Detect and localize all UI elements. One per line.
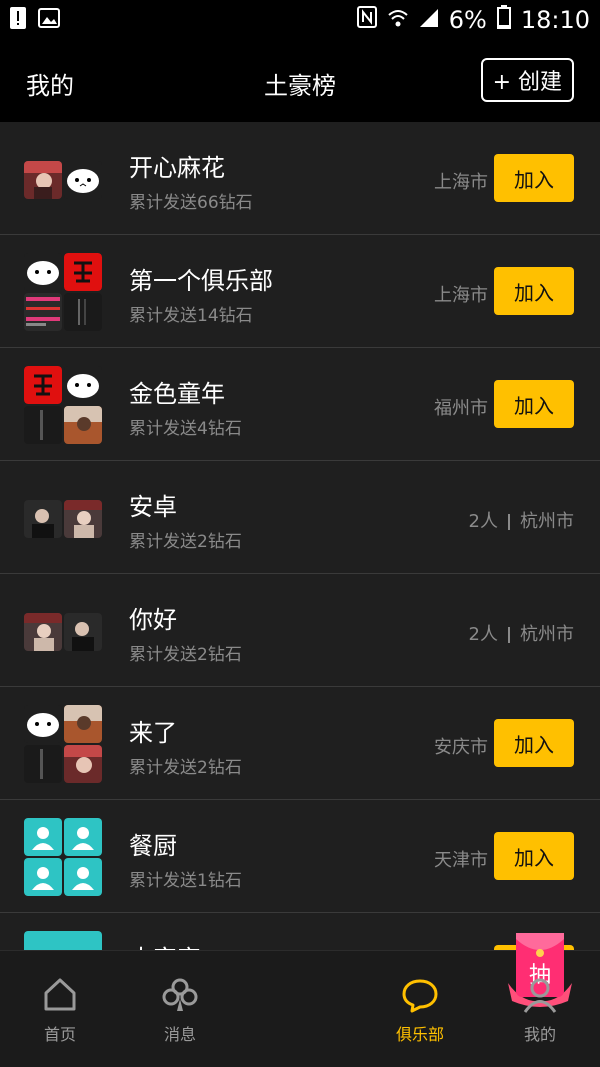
- tab-club[interactable]: 俱乐部: [360, 951, 480, 1067]
- chat-bubble-icon: [400, 975, 440, 1015]
- member-photo: [24, 500, 62, 538]
- club-city: 安庆市: [434, 737, 488, 758]
- member-count: 2人: [468, 511, 498, 532]
- clock: 18:10: [520, 6, 590, 34]
- club-diamonds: 累计发送14钻石: [129, 306, 253, 326]
- club-diamonds: 累计发送2钻石: [129, 758, 242, 778]
- tab-label: 首页: [43, 1025, 76, 1044]
- join-button[interactable]: 加入: [494, 380, 574, 428]
- cat-avatar: [24, 253, 62, 291]
- club-meta: 2人 杭州市: [469, 507, 574, 533]
- club-name: 来了: [129, 719, 177, 747]
- status-bar: 6% 18:10: [0, 0, 600, 40]
- member-photo: [64, 500, 102, 538]
- signal-icon: [419, 6, 439, 34]
- clover-icon: [160, 975, 200, 1015]
- image-icon: [38, 8, 60, 32]
- fortune-avatar: [64, 253, 102, 291]
- club-name: 金色童年: [129, 380, 225, 408]
- person-icon: [520, 975, 560, 1015]
- club-row[interactable]: 第一个俱乐部 累计发送14钻石 上海市 加入: [0, 235, 600, 348]
- club-city: 杭州市: [520, 624, 574, 645]
- club-avatar: [24, 479, 104, 559]
- club-name: 你好: [129, 606, 177, 634]
- club-list[interactable]: 开心麻花 累计发送66钻石 上海市 加入 第一个俱乐部 累计发送14钻石 上海市…: [0, 122, 600, 950]
- club-avatar: [24, 931, 104, 950]
- cat-avatar: [64, 161, 102, 199]
- club-city: 杭州市: [520, 511, 574, 532]
- screenshot-thumb: [24, 745, 62, 783]
- club-row[interactable]: 安卓 累计发送2钻石 2人 杭州市: [0, 461, 600, 574]
- screenshot-thumb: [24, 293, 62, 331]
- battery-icon: [496, 5, 511, 35]
- club-city: 上海市: [434, 285, 488, 306]
- club-row[interactable]: 金色童年 累计发送4钻石 福州市 加入: [0, 348, 600, 461]
- tab-label: 消息: [163, 1025, 196, 1044]
- club-row[interactable]: 你好 累计发送2钻石 2人 杭州市: [0, 574, 600, 687]
- member-photo: [24, 161, 62, 199]
- club-name: 第一个俱乐部: [129, 267, 273, 295]
- default-user-icon: [64, 818, 102, 856]
- default-user-icon: [24, 858, 62, 896]
- tab-me[interactable]: 我的: [480, 951, 600, 1067]
- default-user-icon: [24, 931, 102, 950]
- club-avatar: [24, 366, 104, 446]
- member-photo: [64, 745, 102, 783]
- club-row[interactable]: 来了 累计发送2钻石 安庆市 加入: [0, 687, 600, 800]
- screenshot-thumb: [64, 293, 102, 331]
- member-photo: [64, 613, 102, 651]
- tab-home[interactable]: 首页: [0, 951, 120, 1067]
- club-avatar: [24, 705, 104, 785]
- tab-label: 俱乐部: [395, 1025, 444, 1044]
- join-button[interactable]: 加入: [494, 267, 574, 315]
- club-diamonds: 累计发送66钻石: [129, 193, 253, 213]
- club-city: 天津市: [434, 850, 488, 871]
- join-button[interactable]: 加入: [494, 832, 574, 880]
- cat-avatar: [24, 705, 62, 743]
- club-diamonds: 累计发送1钻石: [129, 871, 242, 891]
- tab-messages[interactable]: 消息: [120, 951, 240, 1067]
- default-user-icon: [64, 858, 102, 896]
- member-count: 2人: [468, 624, 498, 645]
- tab-label: 我的: [523, 1025, 556, 1044]
- club-name: 安卓: [129, 493, 177, 521]
- cat-avatar: [64, 366, 102, 404]
- default-user-icon: [24, 818, 62, 856]
- wifi-icon: [387, 6, 409, 34]
- member-photo: [24, 613, 62, 651]
- club-avatar: [24, 818, 104, 898]
- fortune-avatar: [24, 366, 62, 404]
- club-row[interactable]: 餐厨 累计发送1钻石 天津市 加入: [0, 800, 600, 913]
- join-button[interactable]: 加入: [494, 719, 574, 767]
- club-city: 上海市: [434, 172, 488, 193]
- home-icon: [40, 975, 80, 1015]
- tab-lottery[interactable]: 抽: [240, 933, 572, 1067]
- club-diamonds: 累计发送2钻石: [129, 532, 242, 552]
- club-diamonds: 累计发送2钻石: [129, 645, 242, 665]
- top-bar: 我的 土豪榜 + 创建: [0, 40, 600, 122]
- join-button[interactable]: 加入: [494, 154, 574, 202]
- screenshot-thumb: [24, 406, 62, 444]
- club-name: 餐厨: [129, 832, 177, 860]
- create-club-button[interactable]: + 创建: [480, 58, 574, 102]
- club-name: 大富家: [129, 939, 201, 950]
- club-avatar: [24, 140, 104, 220]
- club-avatar: [24, 253, 104, 333]
- bottom-tab-bar: 首页 消息 抽 俱乐部 我的: [0, 933, 600, 1067]
- member-photo: [64, 406, 102, 444]
- club-city: 福州市: [434, 398, 488, 419]
- club-name: 开心麻花: [129, 154, 225, 182]
- alert-icon: [10, 7, 26, 33]
- club-avatar: [24, 592, 104, 672]
- club-diamonds: 累计发送4钻石: [129, 419, 242, 439]
- battery-percent: 6%: [448, 6, 487, 34]
- club-meta: 2人 杭州市: [469, 620, 574, 646]
- member-photo: [64, 705, 102, 743]
- club-row[interactable]: 开心麻花 累计发送66钻石 上海市 加入: [0, 122, 600, 235]
- nfc-icon: [356, 6, 377, 34]
